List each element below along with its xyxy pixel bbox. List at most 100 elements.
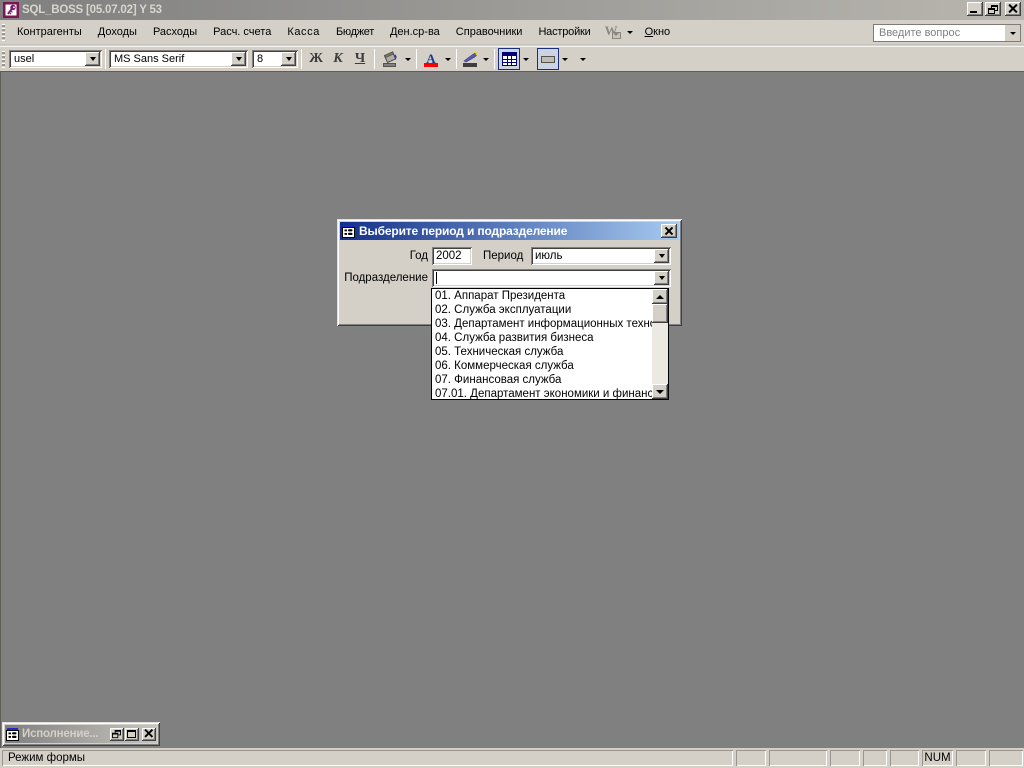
fill-color-indicator: [383, 63, 396, 67]
list-item[interactable]: 07.01. Департамент экономики и финансов: [432, 387, 652, 399]
list-item[interactable]: 03. Департамент информационных технологи…: [432, 317, 652, 331]
underline-button[interactable]: Ч: [349, 48, 371, 70]
division-combo[interactable]: [432, 269, 671, 287]
fill-color-button[interactable]: [378, 48, 402, 70]
form-icon: [6, 728, 19, 741]
ask-question-dropdown-button[interactable]: [1005, 25, 1020, 41]
dialog-title: Выберите период и подразделение: [359, 224, 567, 238]
scrollbar-thumb[interactable]: [652, 304, 668, 323]
list-item[interactable]: 04. Служба развития бизнеса: [432, 331, 652, 345]
special-effect-button[interactable]: [537, 48, 559, 70]
line-color-indicator: [463, 63, 477, 67]
close-button[interactable]: [142, 728, 156, 741]
period-combo[interactable]: июль: [531, 247, 671, 265]
fill-color-dropdown-button[interactable]: [402, 48, 413, 70]
menu-item-label: Настройки: [538, 26, 590, 38]
list-item[interactable]: 06. Коммерческая служба: [432, 359, 652, 373]
font-color-dropdown-button[interactable]: [442, 48, 453, 70]
division-dropdown-button[interactable]: [654, 271, 669, 285]
ask-question-placeholder: Введите вопрос: [874, 27, 1005, 39]
toolbar-separator: [494, 49, 495, 69]
division-options: 01. Аппарат Президента 02. Служба эксплу…: [432, 289, 652, 399]
font-combo-dropdown-button[interactable]: [231, 52, 246, 66]
status-panel: [989, 750, 1023, 766]
restore-icon: [112, 730, 121, 738]
maximize-button[interactable]: [125, 728, 139, 741]
menu-item[interactable]: Контрагенты: [9, 20, 90, 44]
menu-item-label: Контрагенты: [17, 26, 82, 38]
minimized-window-controls: [109, 728, 156, 741]
chevron-down-icon: [90, 57, 96, 61]
close-icon: [1008, 4, 1017, 13]
minimize-button[interactable]: [967, 2, 983, 16]
menu-bar: Контрагенты Доходы Расходы Расч. счета К…: [0, 20, 1024, 45]
ask-question-combo[interactable]: Введите вопрос: [873, 24, 1021, 42]
gridlines-dropdown-button[interactable]: [520, 48, 531, 70]
menu-item[interactable]: Доходы: [90, 20, 145, 44]
scroll-down-button[interactable]: [652, 384, 668, 399]
dropdown-scrollbar[interactable]: [652, 289, 668, 399]
toolbar-grip-handle[interactable]: [2, 51, 5, 68]
list-item[interactable]: 05. Техническая служба: [432, 345, 652, 359]
list-item[interactable]: 07. Финансовая служба: [432, 373, 652, 387]
maximize-icon: [127, 730, 136, 738]
menu-item[interactable]: Настройки: [530, 20, 598, 44]
status-panel: [863, 750, 887, 766]
bold-button[interactable]: Ж: [305, 48, 327, 70]
status-panel: [736, 750, 766, 766]
menu-item[interactable]: Расч. счета: [205, 20, 279, 44]
chevron-down-icon: [1010, 32, 1016, 35]
toolbar-separator: [374, 49, 375, 69]
restore-button[interactable]: [110, 728, 124, 741]
special-effect-flat-icon: [541, 56, 555, 63]
menu-item-window[interactable]: Окно: [637, 20, 679, 44]
chevron-down-icon: [580, 58, 586, 61]
list-item[interactable]: 01. Аппарат Президента: [432, 289, 652, 303]
status-bar: Режим формы NUM: [0, 748, 1024, 768]
font-size-combo[interactable]: 8: [252, 50, 298, 68]
paint-bucket-icon: [382, 51, 399, 67]
menu-item-accelerator: О: [645, 26, 654, 38]
dialog-title-bar[interactable]: Выберите период и подразделение: [340, 222, 679, 240]
triangle-down-icon: [656, 390, 664, 394]
word-publish-icon: W: [605, 24, 621, 40]
formatting-toolbar: usel MS Sans Serif 8 Ж К Ч: [0, 46, 1024, 71]
menu-item[interactable]: Бюджет: [328, 20, 382, 44]
close-button[interactable]: [1005, 2, 1021, 16]
italic-icon: К: [333, 51, 343, 67]
style-combo[interactable]: usel: [9, 50, 102, 68]
menu-item[interactable]: Справочники: [448, 20, 531, 44]
menu-item-label: Справочники: [456, 26, 523, 38]
font-combo[interactable]: MS Sans Serif: [109, 50, 248, 68]
line-color-button[interactable]: [460, 48, 480, 70]
menu-item[interactable]: Ден.ср-ва: [382, 20, 448, 44]
period-dropdown-button[interactable]: [654, 249, 669, 263]
menubar-grip-handle[interactable]: [2, 24, 5, 41]
gridlines-button[interactable]: [498, 48, 520, 70]
year-value: 2002: [436, 250, 462, 262]
style-combo-dropdown-button[interactable]: [85, 52, 100, 66]
italic-button[interactable]: К: [327, 48, 349, 70]
font-color-button[interactable]: А: [420, 48, 442, 70]
year-input[interactable]: 2002: [432, 247, 472, 265]
status-panel: [769, 750, 827, 766]
font-size-dropdown-button[interactable]: [281, 52, 296, 66]
dialog-close-button[interactable]: [661, 224, 677, 238]
menu-item[interactable]: Расходы: [145, 20, 205, 44]
chevron-down-icon: [286, 57, 292, 61]
year-label: Год: [410, 250, 428, 262]
special-effect-dropdown-button[interactable]: [559, 48, 570, 70]
chevron-down-icon: [523, 58, 529, 61]
menu-item-label: Касса: [287, 26, 320, 38]
menu-item[interactable]: Касса: [279, 20, 328, 44]
scroll-up-button[interactable]: [652, 289, 668, 304]
line-color-dropdown-button[interactable]: [480, 48, 491, 70]
list-item[interactable]: 02. Служба эксплуатации: [432, 303, 652, 317]
minimized-window-title-bar[interactable]: Исполнение...: [5, 725, 157, 743]
office-links-menu-button[interactable]: W: [599, 24, 637, 40]
status-panel: [890, 750, 919, 766]
toolbar-separator: [105, 49, 106, 69]
restore-button[interactable]: [985, 2, 1001, 16]
toolbar-options-button[interactable]: [576, 48, 590, 70]
menu-item-label: кно: [653, 26, 670, 38]
